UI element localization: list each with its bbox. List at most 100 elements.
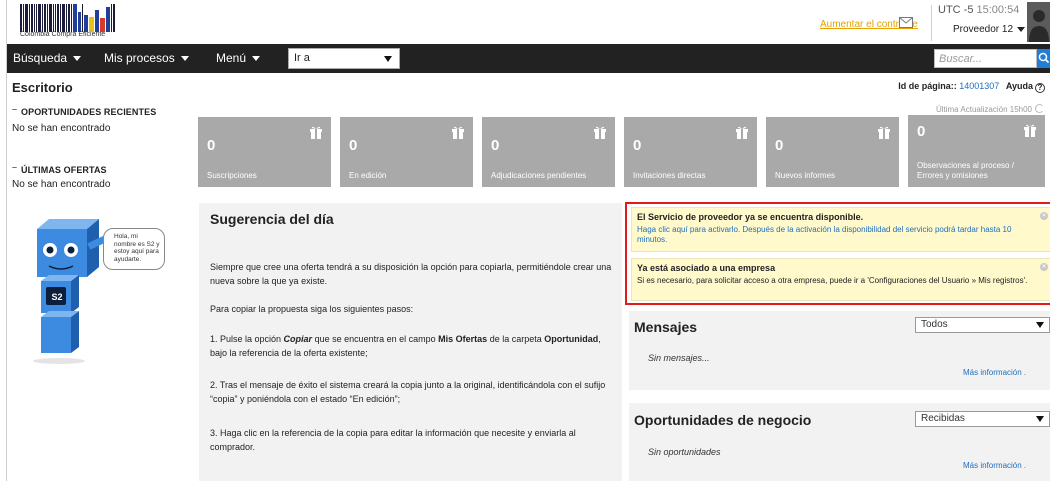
mascot-speech-bubble: Hola, mi nombre es S2 y estoy aquí para … — [103, 228, 165, 270]
latest-offers-heading[interactable]: – ÚLTIMAS OFERTAS — [12, 162, 107, 175]
page-id-value: 14001307 — [959, 81, 1000, 91]
user-menu-dropdown[interactable]: Proveedor 12 — [953, 24, 1026, 35]
suggestion-step: 2. Tras el mensaje de éxito el sistema c… — [210, 380, 606, 404]
logo-text: Colombia Compra Eficiente — [20, 31, 106, 38]
user-silhouette-icon — [1027, 2, 1050, 42]
utc-label: UTC -5 — [938, 4, 974, 16]
goto-label: Ir a — [294, 52, 310, 64]
business-opportunities-panel: Oportunidades de negocio Recibidas Sin o… — [629, 403, 1050, 481]
tile-count: 0 — [491, 137, 500, 154]
main-navbar: Búsqueda Mis procesos Menú Ir a — [7, 44, 1050, 73]
recent-opportunities-empty: No se han encontrado — [12, 123, 111, 134]
tile-label: En edición — [349, 171, 387, 180]
opportunities-filter-select[interactable]: Recibidas — [915, 411, 1050, 427]
recent-opportunities-heading[interactable]: – OPORTUNIDADES RECIENTES — [12, 104, 157, 117]
goto-select[interactable]: Ir a — [288, 48, 400, 69]
help-link[interactable]: Ayuda? — [1006, 81, 1045, 93]
suggestion-title: Sugerencia del día — [210, 211, 334, 227]
alert-title: El Servicio de proveedor ya se encuentra… — [637, 212, 864, 222]
tile-count: 0 — [917, 123, 926, 140]
avatar[interactable] — [1027, 2, 1050, 42]
alert-title: Ya está asociado a una empresa — [637, 263, 776, 273]
header-divider — [931, 5, 932, 41]
chevron-down-icon — [1036, 322, 1044, 328]
top-header: Colombia Compra Eficiente Aumentar el co… — [7, 0, 1050, 44]
logo-barcode-icon — [20, 4, 120, 32]
utc-time: 15:00:54 — [976, 4, 1020, 16]
page-title: Escritorio — [12, 80, 73, 95]
chevron-down-icon — [1036, 416, 1044, 422]
step-text: que se encuentra en el campo — [312, 334, 439, 344]
last-update: Última Actualización 15h00 — [936, 104, 1044, 114]
nav-search-menu[interactable]: Búsqueda — [13, 44, 82, 73]
app-frame: Colombia Compra Eficiente Aumentar el co… — [6, 0, 1050, 481]
gift-icon — [452, 126, 464, 139]
suggestion-paragraph: Siempre que cree una oferta tendrá a su … — [210, 262, 612, 286]
close-icon[interactable]: ✕ — [1040, 263, 1048, 271]
messages-filter-select[interactable]: Todos — [915, 317, 1050, 333]
chevron-down-icon — [384, 56, 392, 62]
mascot-badge: S2 — [51, 292, 63, 302]
last-update-text: Última Actualización 15h00 — [935, 105, 1032, 114]
messages-empty: Sin mensajes... — [648, 353, 710, 363]
latest-offers-empty: No se han encontrado — [12, 179, 111, 190]
refresh-icon[interactable] — [1035, 104, 1044, 113]
gift-icon — [878, 126, 890, 139]
user-menu-label: Proveedor 12 — [953, 24, 1014, 35]
tile-pending-awards[interactable]: 0 Adjudicaciones pendientes — [482, 117, 615, 187]
chevron-down-icon — [180, 56, 189, 62]
gift-icon — [594, 126, 606, 139]
collapse-icon[interactable]: – — [12, 104, 17, 114]
messages-panel: Mensajes Todos Sin mensajes... Más infor… — [629, 311, 1050, 390]
recent-opportunities-title: OPORTUNIDADES RECIENTES — [21, 107, 157, 117]
messages-more-info-link[interactable]: Más información . — [963, 368, 1026, 377]
step-text: de la carpeta — [487, 334, 545, 344]
gift-icon — [310, 126, 322, 139]
tile-in-edition[interactable]: 0 En edición — [340, 117, 473, 187]
suggestion-step: 3. Haga clic en la referencia de la copi… — [210, 428, 576, 452]
chevron-down-icon — [252, 56, 261, 62]
suggestion-step: 1. Pulse la opción Copiar que se encuent… — [210, 332, 615, 360]
nav-menu-menu[interactable]: Menú — [216, 44, 261, 73]
alert-company-association: Ya está asociado a una empresa Si es nec… — [631, 258, 1050, 301]
step-emphasis: Mis Ofertas — [438, 334, 488, 344]
tile-process-observations[interactable]: 0 Observaciones al proceso / Errores y o… — [908, 115, 1045, 187]
colombia-compra-logo[interactable]: Colombia Compra Eficiente — [20, 4, 120, 40]
page-id-row: Id de página:: 14001307 Ayuda? — [898, 81, 1045, 93]
tile-direct-invitations[interactable]: 0 Invitaciones directas — [624, 117, 757, 187]
search-icon — [1038, 52, 1050, 64]
tile-count: 0 — [207, 137, 216, 154]
nav-item-label: Mis procesos — [104, 51, 175, 65]
nav-item-label: Búsqueda — [13, 51, 68, 65]
mail-icon[interactable] — [899, 17, 913, 28]
help-circle-icon: ? — [1035, 83, 1045, 93]
nav-my-processes-menu[interactable]: Mis procesos — [104, 44, 189, 73]
tile-label: Suscripciones — [207, 171, 257, 180]
latest-offers-title: ÚLTIMAS OFERTAS — [21, 165, 107, 175]
tile-subscriptions[interactable]: 0 Suscripciones — [198, 117, 331, 187]
messages-filter-value: Todos — [921, 319, 948, 330]
tile-new-reports[interactable]: 0 Nuevos informes — [766, 117, 899, 187]
suggestion-of-the-day-panel: Sugerencia del día Siempre que cree una … — [199, 203, 622, 481]
opportunities-filter-value: Recibidas — [921, 413, 965, 424]
tile-label: Nuevos informes — [775, 171, 836, 180]
search-button[interactable] — [1037, 49, 1050, 68]
gift-icon — [1024, 124, 1036, 137]
opportunities-empty: Sin oportunidades — [648, 447, 721, 457]
alert-provider-service[interactable]: El Servicio de proveedor ya se encuentra… — [631, 207, 1050, 252]
messages-title: Mensajes — [634, 319, 698, 335]
close-icon[interactable]: ✕ — [1040, 212, 1048, 220]
tile-label: Invitaciones directas — [633, 171, 706, 180]
search-input[interactable] — [934, 49, 1037, 68]
tile-count: 0 — [775, 137, 784, 154]
alert-body-link[interactable]: Haga clic aquí para activarlo. Después d… — [637, 225, 1032, 245]
tile-count: 0 — [633, 137, 642, 154]
alerts-box: El Servicio de proveedor ya se encuentra… — [625, 202, 1050, 305]
step-text: 1. Pulse la opción — [210, 334, 284, 344]
tile-label: Observaciones al proceso / Errores y omi… — [917, 161, 1014, 180]
collapse-icon[interactable]: – — [12, 162, 17, 172]
suggestion-paragraph: Para copiar la propuesta siga los siguie… — [210, 304, 414, 314]
opportunities-more-info-link[interactable]: Más información . — [963, 461, 1026, 470]
alert-body: Si es necesario, para solicitar acceso a… — [637, 276, 1028, 285]
gift-icon — [736, 126, 748, 139]
